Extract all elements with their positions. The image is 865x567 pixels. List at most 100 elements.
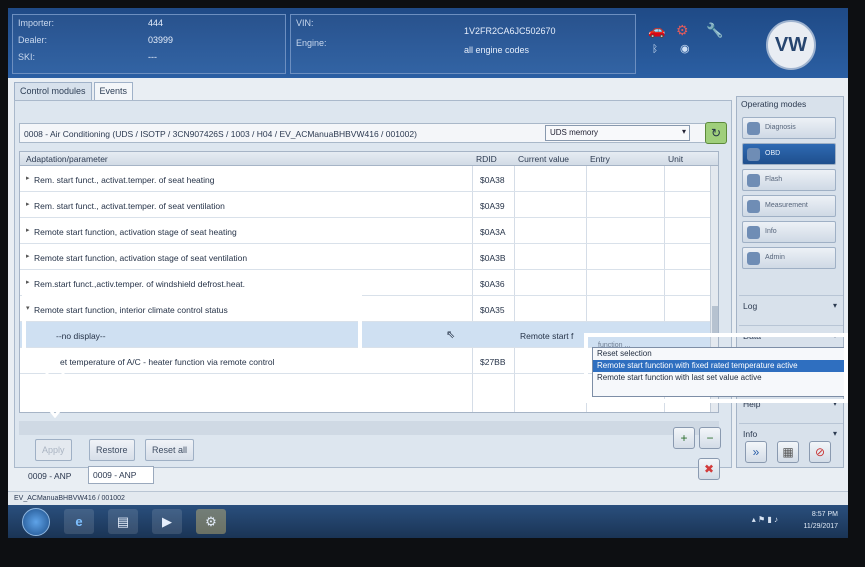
scrollbar-thumb[interactable] xyxy=(712,306,718,336)
status-text: EV_ACManuaBHBVW416 / 001002 xyxy=(14,495,125,502)
engine-label: Engine: xyxy=(296,38,327,48)
table-row[interactable]: ▸ Rem. start funct., activat.temper. of … xyxy=(20,192,710,218)
dropdown-option-selected[interactable]: Remote start function with fixed rated t… xyxy=(593,360,847,372)
folder-icon[interactable]: ▤ xyxy=(108,509,138,534)
expand-icon: ▸ xyxy=(26,227,30,234)
value-dropdown[interactable]: Reset selection Remote start function wi… xyxy=(592,347,848,397)
tab-control-modules[interactable]: Control modules xyxy=(14,82,92,100)
address-label: 0009 - ANP xyxy=(28,471,72,481)
gauge-icon xyxy=(747,200,760,213)
restore-button[interactable]: Restore xyxy=(89,439,135,461)
tray-icons: ▴ ⚑ ▮ ♪ xyxy=(751,515,778,524)
minus-button[interactable]: − xyxy=(699,427,721,449)
vin-value: 1V2FR2CA6JC502670 xyxy=(464,26,556,36)
section-label: Help xyxy=(743,399,761,409)
plus-button[interactable]: + xyxy=(673,427,695,449)
app-window: Importer: 444 Dealer: 03999 SKI: --- VIN… xyxy=(8,8,848,538)
ski-label: SKI: xyxy=(18,52,36,62)
refresh-icon: ↻ xyxy=(710,126,722,140)
forward-button[interactable]: » xyxy=(745,441,767,463)
clock: 8:57 PM 11/29/2017 xyxy=(803,509,838,533)
importer-value: 444 xyxy=(148,18,164,28)
row-label: et temperature of A/C - heater function … xyxy=(60,357,275,367)
tab-events[interactable]: Events xyxy=(93,82,134,100)
mode-measurement[interactable]: Measurement xyxy=(742,195,836,217)
table-row[interactable]: ▸ Rem.start funct.,activ.temper. of wind… xyxy=(20,270,710,296)
expand-icon: ▸ xyxy=(26,279,30,286)
table-row[interactable]: ▸ Remote start function, activation stag… xyxy=(20,244,710,270)
mode-admin[interactable]: Admin xyxy=(742,247,836,269)
details-strip xyxy=(19,421,719,435)
dropdown-option[interactable]: Reset selection xyxy=(593,348,847,360)
col-entry: Entry xyxy=(590,154,610,164)
bluetooth-icon: ᛒ xyxy=(652,44,658,55)
mode-label: OBD xyxy=(765,150,781,157)
section-label: Info xyxy=(743,429,758,439)
address-field[interactable]: 0009 - ANP xyxy=(88,466,154,484)
dealer-label: Dealer: xyxy=(18,35,48,45)
mode-flash[interactable]: Flash xyxy=(742,169,836,191)
start-button[interactable] xyxy=(22,508,50,536)
mode-label: Measurement xyxy=(765,202,808,209)
diag-app-icon[interactable]: ⚙ xyxy=(196,509,226,534)
col-rdid: RDID xyxy=(476,154,497,164)
apply-button[interactable]: Apply xyxy=(35,439,72,461)
reset-all-button[interactable]: Reset all xyxy=(145,439,195,461)
collapse-icon: ▾ xyxy=(26,305,30,312)
section-label: Log xyxy=(743,301,758,311)
row-rdid: $0A3B xyxy=(480,253,506,263)
ski-value: --- xyxy=(148,52,157,62)
row-rdid: $0A35 xyxy=(480,305,505,315)
table-row[interactable]: ▸ Rem. start funct., activat.temper. of … xyxy=(20,166,710,192)
vin-box xyxy=(290,14,636,74)
admin-icon xyxy=(747,252,760,265)
operating-modes-panel: Operating modes Diagnosis OBD Flash Meas… xyxy=(736,96,844,468)
dropdown-option[interactable]: Remote start function with last set valu… xyxy=(593,372,847,384)
mode-info[interactable]: Info xyxy=(742,221,836,243)
network-icon: ⚙ xyxy=(676,22,689,38)
section-data[interactable]: Data ▾ xyxy=(739,325,843,347)
mode-label: Diagnosis xyxy=(765,124,796,131)
cursor-icon: ⇖ xyxy=(446,329,456,341)
row-rdid: $0A38 xyxy=(480,175,505,185)
flash-icon xyxy=(747,174,760,187)
row-rdid: $0A39 xyxy=(480,201,505,211)
row-rdid: $27BB xyxy=(480,357,506,367)
row-label: Rem. start funct., activat.temper. of se… xyxy=(34,175,215,185)
mode-label: Flash xyxy=(765,176,783,183)
vw-logo: VW xyxy=(766,20,816,70)
ie-icon[interactable]: e xyxy=(64,509,94,534)
delete-icon[interactable]: ✖ xyxy=(698,458,720,480)
globe-icon: ◉ xyxy=(680,43,690,55)
expand-icon: ▸ xyxy=(26,175,30,182)
grid-button[interactable]: ▦ xyxy=(777,441,799,463)
stop-button[interactable]: ⊘ xyxy=(809,441,831,463)
table-row[interactable]: ▾ Remote start function, interior climat… xyxy=(20,296,710,322)
row-rdid: $0A36 xyxy=(480,279,505,289)
section-label: Data xyxy=(743,331,761,341)
obd-icon xyxy=(747,148,760,161)
clock-date: 11/29/2017 xyxy=(803,523,838,530)
operating-modes-title: Operating modes xyxy=(741,99,807,109)
status-bar: EV_ACManuaBHBVW416 / 001002 xyxy=(8,491,848,505)
col-current: Current value xyxy=(518,154,570,164)
col-unit: Unit xyxy=(668,154,684,164)
stethoscope-icon xyxy=(747,122,760,135)
expand-icon: ▸ xyxy=(26,253,30,260)
table-row[interactable]: ▸ Remote start function, activation stag… xyxy=(20,218,710,244)
go-button[interactable]: ↻ xyxy=(705,122,727,144)
header-bar: Importer: 444 Dealer: 03999 SKI: --- VIN… xyxy=(8,8,848,78)
mode-diagnosis[interactable]: Diagnosis xyxy=(742,117,836,139)
section-log[interactable]: Log ▾ xyxy=(739,295,843,317)
memory-select[interactable]: UDS memory ▾ xyxy=(545,125,690,141)
media-icon[interactable]: ▶ xyxy=(152,509,182,534)
chevron-down-icon: ▾ xyxy=(832,301,837,310)
mode-obd[interactable]: OBD xyxy=(742,143,836,165)
row-label: --no display-- xyxy=(56,331,106,341)
memory-select-value: UDS memory xyxy=(550,128,599,137)
arrow-down-icon xyxy=(35,368,75,418)
main-panel: 0008 - Air Conditioning (UDS / ISOTP / 3… xyxy=(14,100,732,468)
car-icon: 🚗 xyxy=(648,22,666,38)
col-param: Adaptation/parameter xyxy=(26,154,108,164)
chevron-down-icon: ▾ xyxy=(832,331,837,340)
